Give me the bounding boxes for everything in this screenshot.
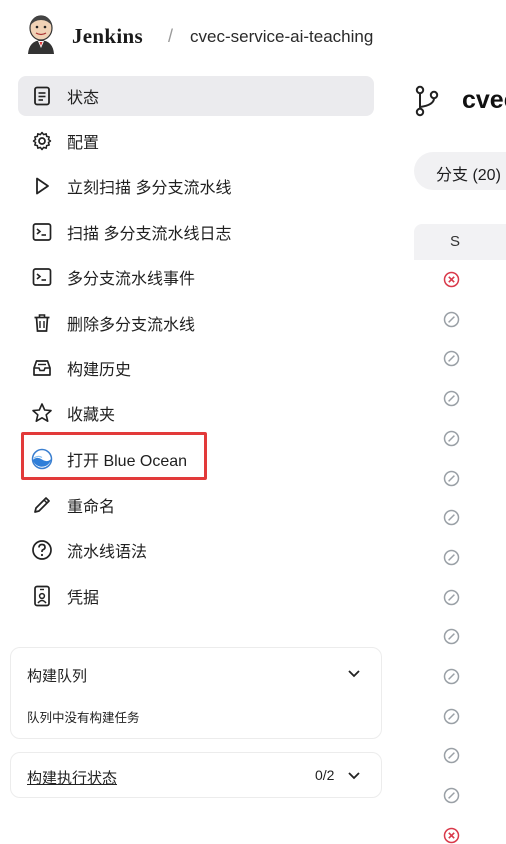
play-icon	[31, 175, 53, 197]
tab-branches-label: 分支 (20)	[436, 167, 501, 184]
sidebar-item-label: 构建历史	[67, 362, 132, 379]
trash-icon	[31, 312, 53, 334]
inbox-icon	[31, 357, 53, 379]
column-header-status[interactable]: S	[450, 233, 460, 250]
status-disabled-icon	[443, 668, 460, 685]
sidebar-item-scan-log[interactable]: 扫描 多分支流水线日志	[18, 212, 374, 252]
sidebar-item-events[interactable]: 多分支流水线事件	[18, 257, 374, 297]
sidebar-item-blue-ocean[interactable]: 打开 Blue Ocean	[18, 439, 374, 479]
gear-icon	[31, 130, 53, 152]
status-disabled-icon	[443, 628, 460, 645]
sidebar-item-label: 删除多分支流水线	[67, 317, 196, 334]
brand-name[interactable]: Jenkins	[72, 24, 143, 49]
sidebar-item-rename[interactable]: 重命名	[18, 485, 374, 525]
sidebar-item-credentials[interactable]: 凭据	[18, 576, 374, 616]
blue-ocean-icon	[31, 448, 53, 470]
document-icon	[31, 85, 53, 107]
build-queue-panel: 构建队列 队列中没有构建任务	[10, 647, 382, 739]
pencil-icon	[31, 494, 53, 516]
page-title: cvec	[462, 86, 506, 114]
sidebar-item-label: 立刻扫描 多分支流水线	[67, 180, 232, 197]
tab-branches[interactable]: 分支 (20)	[414, 152, 506, 190]
executor-status-panel: 构建执行状态 0/2	[10, 752, 382, 798]
credentials-icon	[31, 585, 53, 607]
executor-count: 0/2	[315, 767, 335, 783]
sidebar-item-status[interactable]: 状态	[18, 76, 374, 116]
sidebar-item-label: 流水线语法	[67, 544, 148, 561]
status-disabled-icon	[443, 747, 460, 764]
sidebar-item-pipeline-syntax[interactable]: 流水线语法	[18, 530, 374, 570]
sidebar-item-label: 配置	[67, 135, 100, 152]
sidebar-item-build-history[interactable]: 构建历史	[18, 348, 374, 388]
help-circle-icon	[31, 539, 53, 561]
star-icon	[31, 402, 53, 424]
sidebar-item-label: 凭据	[67, 590, 100, 607]
sidebar-item-label: 扫描 多分支流水线日志	[67, 226, 232, 243]
status-failed-icon	[443, 827, 460, 844]
breadcrumb-project[interactable]: cvec-service-ai-teaching	[190, 27, 373, 47]
branch-icon	[415, 85, 439, 117]
sidebar-item-label: 收藏夹	[67, 407, 116, 424]
sidebar-item-label: 状态	[67, 90, 100, 107]
sidebar-item-delete[interactable]: 删除多分支流水线	[18, 303, 374, 343]
jenkins-logo-icon[interactable]	[24, 14, 58, 54]
sidebar-item-favorites[interactable]: 收藏夹	[18, 393, 374, 433]
terminal-icon	[31, 221, 53, 243]
build-queue-empty-text: 队列中没有构建任务	[27, 711, 140, 725]
status-disabled-icon	[443, 509, 460, 526]
status-disabled-icon	[443, 589, 460, 606]
executor-status-title[interactable]: 构建执行状态	[27, 767, 117, 788]
sidebar-item-label: 多分支流水线事件	[67, 271, 196, 288]
status-disabled-icon	[443, 390, 460, 407]
status-disabled-icon	[443, 350, 460, 367]
status-disabled-icon	[443, 787, 460, 804]
status-disabled-icon	[443, 708, 460, 725]
top-header: Jenkins / cvec-service-ai-teaching	[0, 0, 506, 72]
build-queue-title[interactable]: 构建队列	[27, 665, 87, 686]
status-disabled-icon	[443, 470, 460, 487]
status-failed-icon	[443, 271, 460, 288]
status-disabled-icon	[443, 311, 460, 328]
sidebar-item-label: 重命名	[67, 499, 116, 516]
terminal-icon	[31, 266, 53, 288]
sidebar-item-scan-now[interactable]: 立刻扫描 多分支流水线	[18, 166, 374, 206]
chevron-down-icon[interactable]	[347, 669, 361, 679]
status-disabled-icon	[443, 430, 460, 447]
sidebar-item-configure[interactable]: 配置	[18, 121, 374, 161]
sidebar-item-label: 打开 Blue Ocean	[67, 453, 188, 470]
chevron-down-icon[interactable]	[347, 771, 361, 781]
breadcrumb-separator: /	[168, 26, 174, 46]
status-disabled-icon	[443, 549, 460, 566]
